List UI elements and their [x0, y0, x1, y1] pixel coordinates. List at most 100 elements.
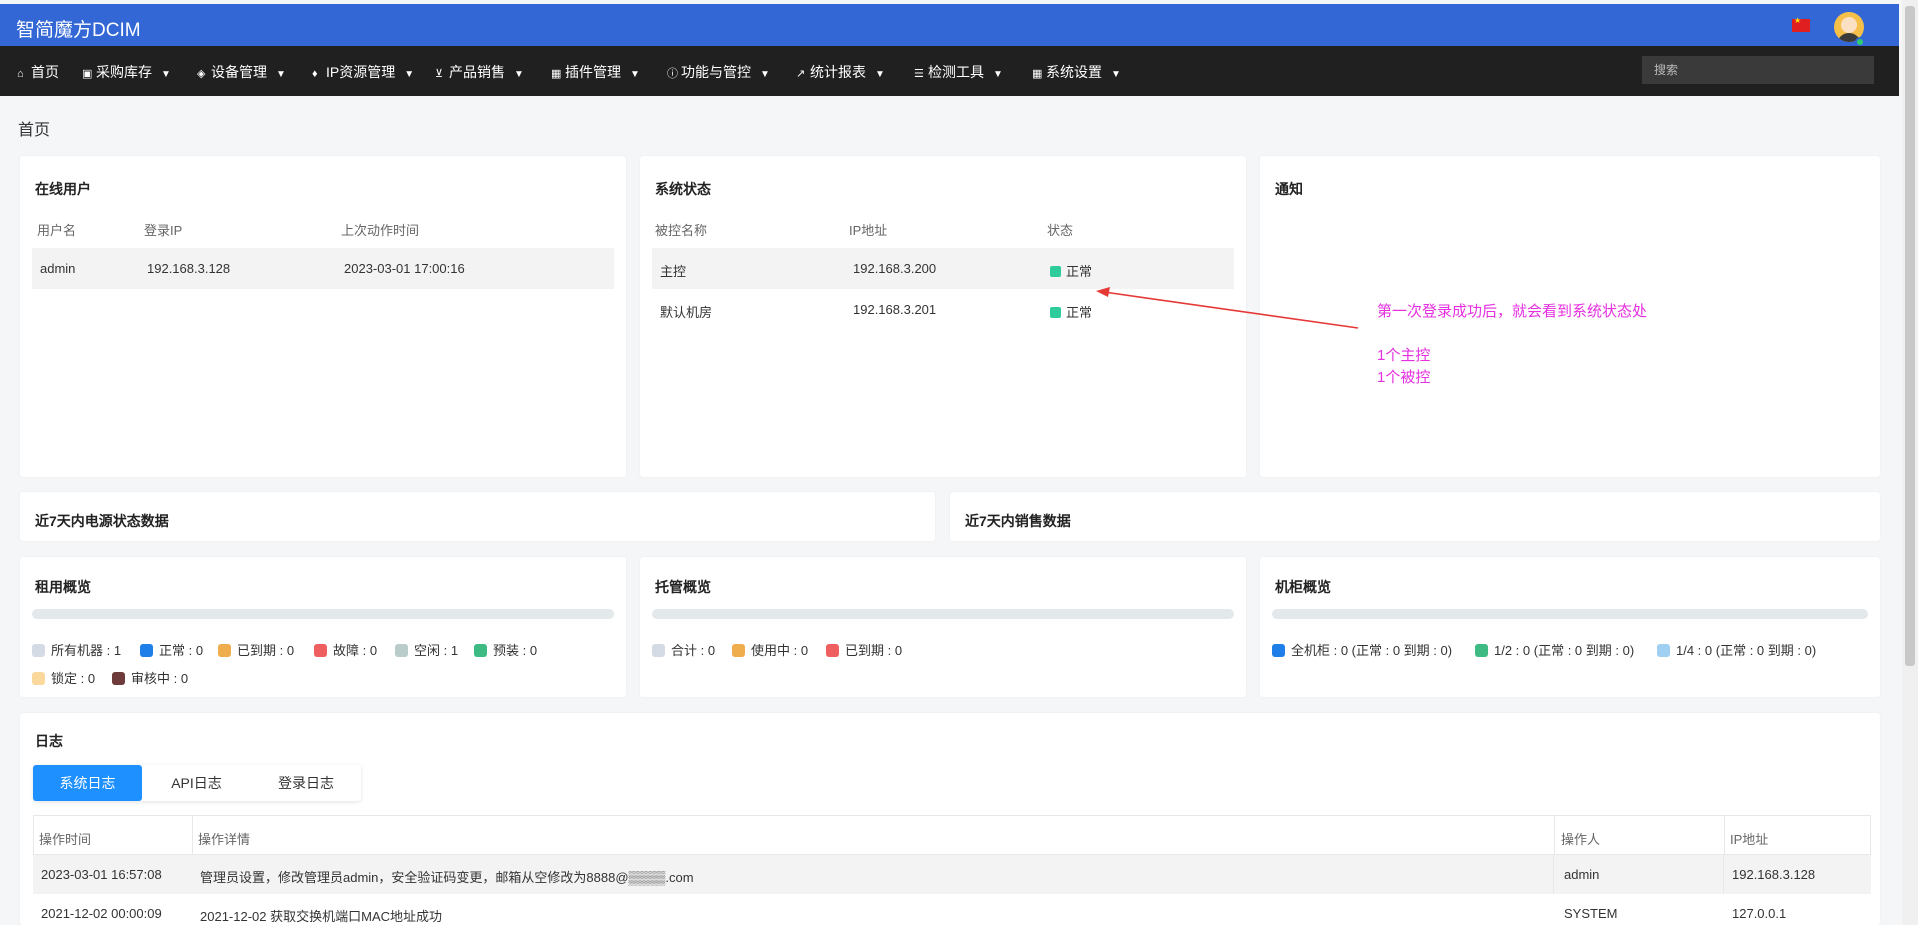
operation-details-cell: 管理员设置，修改管理员admin，安全验证码变更，邮箱从空修改为8888@▒▒▒…: [200, 870, 694, 885]
legend-label: 故障 : 0: [333, 643, 378, 658]
legend-item-fault: 故障 : 0: [314, 640, 377, 659]
operator-cell: SYSTEM: [1564, 906, 1618, 921]
table-row[interactable]: [32, 248, 614, 289]
table-header-row: 操作时间 操作详情 操作人 IP地址: [33, 815, 1871, 856]
chevron-down-icon: ▼: [514, 69, 524, 80]
nav-item-label: 功能与管控: [681, 64, 751, 80]
status-indicator: [1050, 307, 1061, 318]
legend-item-normal: 正常 : 0: [140, 640, 203, 659]
card-title: 近7天内电源状态数据: [35, 513, 169, 529]
legend-item-half-cabinet: 1/2 : 0 (正常 : 0 到期 : 0): [1475, 640, 1634, 659]
column-divider: [1553, 855, 1554, 894]
tab-system-log[interactable]: 系统日志: [33, 765, 142, 801]
nav-item-system-settings[interactable]: ▦ 系统设置 ▼: [1032, 62, 1121, 82]
column-header-ip-address: IP地址: [1730, 832, 1769, 847]
nav-item-detection-tools[interactable]: ☰ 检测工具 ▼: [914, 62, 1003, 82]
legend-label: 锁定 : 0: [51, 671, 96, 686]
chevron-down-icon: ▼: [161, 69, 171, 80]
search-input[interactable]: [1642, 56, 1874, 84]
nav-item-purchase-stock[interactable]: ▣ 采购库存 ▼: [82, 62, 171, 82]
controlled-name-cell: 主控: [660, 264, 687, 279]
nav-item-label: 统计报表: [810, 64, 866, 80]
legend-item-full-cabinet: 全机柜 : 0 (正常 : 0 到期 : 0): [1272, 640, 1452, 659]
legend-swatch: [32, 644, 45, 657]
tab-login-log[interactable]: 登录日志: [251, 765, 361, 801]
apps-icon: ▦: [1032, 68, 1043, 80]
grid-icon: ▦: [551, 68, 562, 80]
ip-address-cell: 192.168.3.128: [1732, 867, 1816, 882]
card-title: 系统状态: [655, 181, 711, 197]
nav-item-function-control[interactable]: ⓘ 功能与管控 ▼: [667, 62, 770, 82]
column-header-status: 状态: [1047, 223, 1074, 238]
column-divider: [1724, 816, 1725, 856]
column-header-login-ip: 登录IP: [144, 223, 183, 238]
ip-address-cell: 127.0.0.1: [1732, 906, 1787, 921]
map-marker-icon: ♦: [312, 68, 318, 80]
status-cell: 正常: [1050, 261, 1092, 280]
page-scrollbar[interactable]: [1902, 0, 1918, 925]
legend-item-all-machines: 所有机器 : 1: [32, 640, 121, 659]
online-users-card: 在线用户 用户名 登录IP 上次动作时间 admin 192.168.3.128…: [20, 156, 626, 477]
nav-item-label: 首页: [31, 64, 59, 80]
nav-item-statistics-reports[interactable]: ↗ 统计报表 ▼: [796, 62, 885, 82]
nav-item-label: IP资源管理: [326, 64, 396, 80]
legend-label: 已到期 : 0: [845, 643, 903, 658]
cabinet-overview-card: 机柜概览 全机柜 : 0 (正常 : 0 到期 : 0) 1/2 : 0 (正常…: [1260, 557, 1880, 697]
legend-label: 正常 : 0: [159, 643, 204, 658]
chevron-down-icon: ▼: [993, 69, 1003, 80]
legend-swatch: [474, 644, 487, 657]
hosting-overview-card: 托管概览 合计 : 0 使用中 : 0 已到期 : 0: [640, 557, 1246, 697]
tab-api-log[interactable]: API日志: [142, 765, 251, 801]
page-title: 首页: [18, 122, 51, 139]
chevron-down-icon: ▼: [1111, 69, 1121, 80]
card-title: 日志: [35, 733, 63, 749]
legend-swatch: [32, 672, 45, 685]
legend-label: 空闲 : 1: [414, 643, 459, 658]
nav-item-label: 插件管理: [565, 64, 621, 80]
status-text: 正常: [1066, 264, 1093, 279]
column-header-operation-time: 操作时间: [39, 832, 92, 847]
legend-label: 全机柜 : 0 (正常 : 0 到期 : 0): [1291, 643, 1453, 658]
column-header-username: 用户名: [37, 223, 77, 238]
card-title: 通知: [1275, 181, 1303, 197]
legend-item-quarter-cabinet: 1/4 : 0 (正常 : 0 到期 : 0): [1657, 640, 1816, 659]
china-flag-icon[interactable]: [1792, 16, 1810, 32]
annotation-text-line2: 1个主控: [1377, 347, 1431, 364]
table-row[interactable]: 2021-12-02 00:00:09 2021-12-02 获取交换机端口MA…: [33, 894, 1871, 925]
power-status-card: 近7天内电源状态数据: [20, 492, 935, 541]
legend-item-in-use: 使用中 : 0: [732, 640, 808, 659]
status-indicator: [1050, 266, 1061, 277]
nav-item-device-management[interactable]: ◈ 设备管理 ▼: [197, 62, 286, 82]
status-cell: 正常: [1050, 302, 1092, 321]
card-title: 在线用户: [35, 181, 91, 197]
column-header-ip-address: IP地址: [849, 223, 888, 238]
info-icon: ⓘ: [667, 68, 678, 80]
app-title[interactable]: 智简魔方DCIM: [16, 15, 141, 42]
legend-item-preinstall: 预装 : 0: [474, 640, 537, 659]
table-row[interactable]: 2023-03-01 16:57:08 管理员设置，修改管理员admin，安全验…: [33, 855, 1871, 894]
legend-swatch: [732, 644, 745, 657]
nav-item-home[interactable]: ⌂ 首页: [17, 62, 59, 82]
legend-swatch: [1475, 644, 1488, 657]
rental-overview-card: 租用概览 所有机器 : 1 正常 : 0 已到期 : 0 故障 : 0 空闲 :…: [20, 557, 626, 697]
legend-label: 已到期 : 0: [237, 643, 295, 658]
column-divider: [1723, 855, 1724, 894]
legend-label: 1/2 : 0 (正常 : 0 到期 : 0): [1494, 643, 1635, 658]
logs-card: 日志 系统日志 API日志 登录日志 操作时间 操作详情 操作人 IP地址 20…: [20, 713, 1880, 925]
controlled-name-cell: 默认机房: [660, 305, 713, 320]
scrollbar-thumb[interactable]: [1905, 6, 1915, 666]
nav-item-ip-management[interactable]: ♦ IP资源管理 ▼: [312, 62, 414, 82]
login-ip-cell: 192.168.3.128: [147, 261, 231, 276]
nav-item-plugin-management[interactable]: ▦ 插件管理 ▼: [551, 62, 640, 82]
list-icon: ☰: [914, 68, 924, 80]
last-action-time-cell: 2023-03-01 17:00:16: [344, 261, 465, 276]
annotation-arrow: [1096, 287, 1359, 329]
chevron-down-icon: ▼: [875, 69, 885, 80]
avatar-face: [1841, 17, 1857, 33]
legend-item-under-review: 审核中 : 0: [112, 668, 188, 687]
operation-time-cell: 2023-03-01 16:57:08: [41, 867, 162, 882]
annotation-text-line1: 第一次登录成功后，就会看到系统状态处: [1377, 303, 1648, 320]
hosting-progress-bar: [652, 609, 1234, 619]
line-chart-icon: ↗: [796, 68, 806, 80]
nav-item-product-sales[interactable]: ⊻ 产品销售 ▼: [435, 62, 524, 82]
